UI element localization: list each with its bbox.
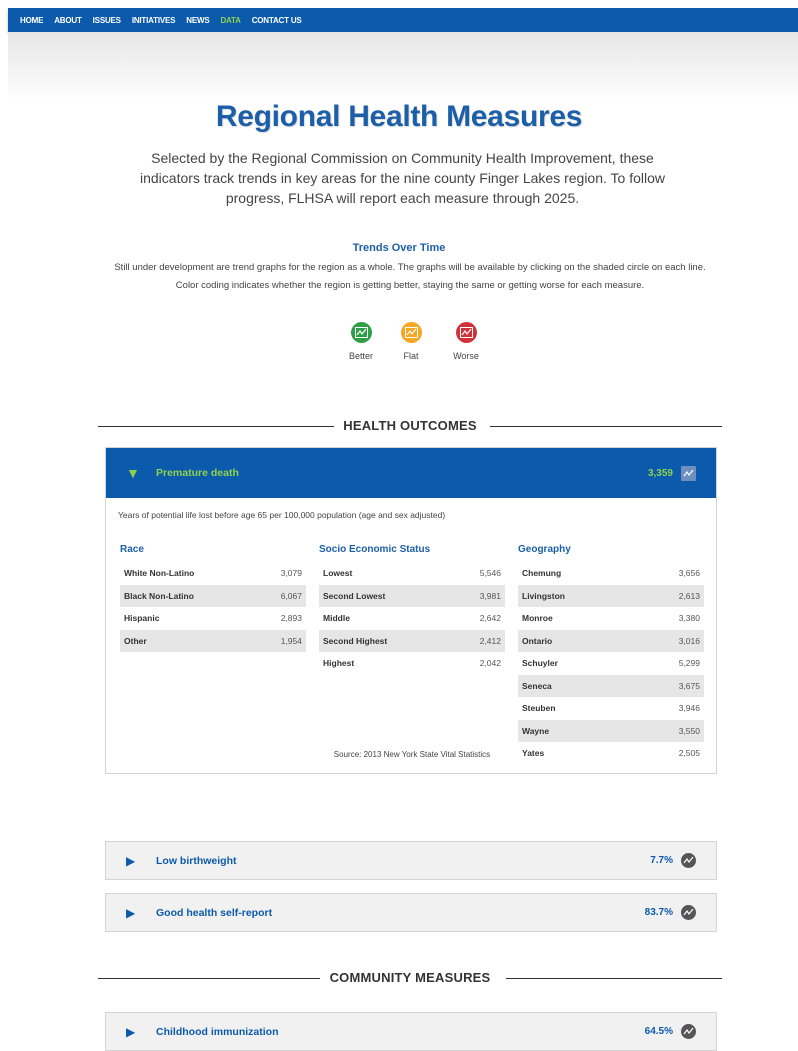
ses-title: Socio Economic Status <box>319 544 431 555</box>
geography-table: Chemung 3,656 Livingston 2,613 Monroe 3,380… <box>518 562 704 765</box>
legend-label: Worse <box>453 351 479 361</box>
table-row: Lowest 5,546 <box>323 568 501 579</box>
measure-value: 83.7% <box>644 907 673 918</box>
measure-low-birthweight: ▶ Low birthweight 7.7% <box>105 841 717 880</box>
section-community-measures: COMMUNITY MEASURES <box>98 970 722 986</box>
trends-description: Still under development are trend graphs… <box>114 262 706 291</box>
table-row: Chemung 3,656 <box>522 568 700 579</box>
measure-description: Years of potential life lost before age … <box>118 510 446 520</box>
table-row: Monroe 3,380 <box>522 613 700 624</box>
measure-name[interactable]: Childhood immunization <box>156 1026 645 1038</box>
measure-header-good-health[interactable]: ▶ Good health self-report 83.7% <box>106 894 716 931</box>
legend-label: Flat <box>403 351 419 361</box>
trend-chart-icon[interactable] <box>681 905 696 920</box>
table-row: Other 1,954 <box>120 629 306 652</box>
table-row: Black Non-Latino 6,067 <box>120 584 306 607</box>
table-row: Second Highest 2,412 <box>319 629 505 652</box>
table-row: Wayne 3,550 <box>518 719 704 742</box>
geography-title: Geography <box>518 544 571 555</box>
measure-header-low-birthweight[interactable]: ▶ Low birthweight 7.7% <box>106 842 716 879</box>
page-title: Regional Health Measures <box>215 100 583 133</box>
nav-issues[interactable]: ISSUES <box>93 16 121 25</box>
main-navigation: HOME ABOUT ISSUES INITIATIVES NEWS DATA … <box>8 8 798 32</box>
table-row: Steuben 3,946 <box>522 703 700 714</box>
source-note: Source: 2013 New York State Vital Statis… <box>333 750 491 759</box>
trend-flat-icon <box>400 322 422 343</box>
measure-premature-death: ▼ Premature death 3,359 Years of potenti… <box>105 447 717 774</box>
measure-name[interactable]: Premature death <box>156 467 648 479</box>
trend-better-icon <box>350 322 372 343</box>
ses-column: Socio Economic Status Lowest 5,546 Second… <box>319 544 505 675</box>
hero-band <box>8 32 798 102</box>
nav-initiatives[interactable]: INITIATIVES <box>132 16 176 25</box>
section-title-text: HEALTH OUTCOMES <box>343 418 477 433</box>
table-row: Second Lowest 3,981 <box>319 584 505 607</box>
table-row: White Non-Latino 3,079 <box>124 568 302 579</box>
measure-value: 64.5% <box>644 1026 673 1037</box>
expand-toggle-icon[interactable]: ▶ <box>126 906 156 920</box>
measure-value: 3,359 <box>647 467 673 479</box>
table-row: Livingston 2,613 <box>518 584 704 607</box>
trend-chart-icon[interactable] <box>681 1024 696 1039</box>
trends-title: Trends Over Time <box>352 242 446 254</box>
trend-chart-icon[interactable] <box>681 853 696 868</box>
race-column: Race White Non-Latino 3,079 Black Non-Lat… <box>120 544 306 652</box>
nav-about[interactable]: ABOUT <box>54 16 82 25</box>
legend-better: Better <box>336 322 386 361</box>
nav-contact-us[interactable]: CONTACT US <box>252 16 302 25</box>
measure-value: 7.7% <box>650 855 673 866</box>
nav-news[interactable]: NEWS <box>186 16 209 25</box>
nav-home[interactable]: HOME <box>20 16 43 25</box>
section-health-outcomes: HEALTH OUTCOMES <box>98 418 722 434</box>
table-row: Highest 2,042 <box>323 658 501 669</box>
legend-flat: Flat <box>386 322 436 361</box>
race-title: Race <box>120 544 144 555</box>
ses-table: Lowest 5,546 Second Lowest 3,981 Middle 2,6… <box>319 562 505 675</box>
table-row: Hispanic 2,893 <box>124 613 302 624</box>
race-table: White Non-Latino 3,079 Black Non-Latino 6,… <box>120 562 306 652</box>
measure-details: Years of potential life lost before age … <box>106 498 716 773</box>
measure-good-health: ▶ Good health self-report 83.7% <box>105 893 717 932</box>
measure-name[interactable]: Good health self-report <box>156 907 645 919</box>
trend-chart-icon[interactable] <box>681 465 696 481</box>
legend-worse: Worse <box>441 322 491 361</box>
measure-header-childhood-immunization[interactable]: ▶ Childhood immunization 64.5% <box>106 1013 716 1050</box>
measure-name[interactable]: Low birthweight <box>156 855 650 867</box>
page-intro: Selected by the Regional Commission on C… <box>139 150 665 206</box>
table-row: Schuyler 5,299 <box>522 658 700 669</box>
trend-worse-icon <box>455 322 477 343</box>
expand-toggle-icon[interactable]: ▶ <box>126 854 156 868</box>
expand-toggle-icon[interactable]: ▶ <box>126 1025 156 1039</box>
measure-header-premature-death[interactable]: ▼ Premature death 3,359 <box>106 448 716 498</box>
measure-childhood-immunization: ▶ Childhood immunization 64.5% <box>105 1012 717 1051</box>
table-row: Middle 2,642 <box>323 613 501 624</box>
nav-data[interactable]: DATA <box>220 16 240 25</box>
section-title-text: COMMUNITY MEASURES <box>329 970 491 985</box>
table-row: Seneca 3,675 <box>518 674 704 697</box>
expand-toggle-icon[interactable]: ▼ <box>126 465 156 481</box>
table-row: Ontario 3,016 <box>518 629 704 652</box>
legend-label: Better <box>348 351 373 361</box>
geography-column: Geography Chemung 3,656 Livingston 2,613 M… <box>518 544 704 765</box>
